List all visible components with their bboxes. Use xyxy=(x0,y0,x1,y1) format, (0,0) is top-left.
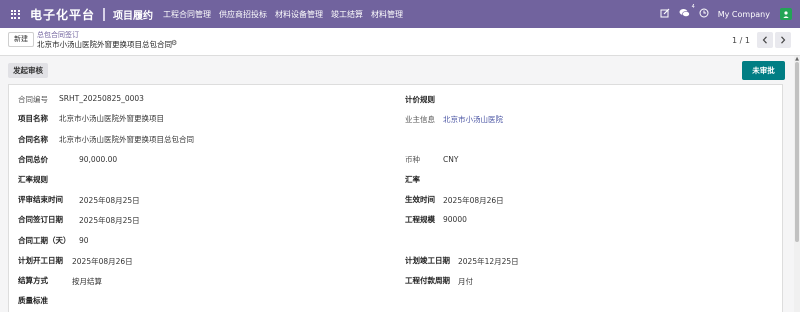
menu-material-equipment[interactable]: 材料设备管理 xyxy=(275,9,323,20)
currency-value[interactable]: CNY xyxy=(443,155,458,164)
menu-supplier-bidding[interactable]: 供应商招投标 xyxy=(219,9,267,20)
exchange-rate-label: 汇率 xyxy=(405,175,420,184)
contract-name-value[interactable]: 北京市小汤山医院外窗更换项目总包合同 xyxy=(59,134,194,145)
pager-previous-button[interactable] xyxy=(757,32,773,48)
payment-cycle-value[interactable]: 月付 xyxy=(458,276,473,287)
exchange-rule-label: 汇率规则 xyxy=(18,175,48,184)
duration-label: 合同工期（天） xyxy=(18,236,71,245)
messages-count-badge: 4 xyxy=(691,3,695,10)
current-app-name[interactable]: 项目履约 xyxy=(113,7,153,22)
duration-value[interactable]: 90 xyxy=(79,236,89,245)
menu-material-management[interactable]: 材料管理 xyxy=(371,9,403,20)
plan-start-value[interactable]: 2025年08月26日 xyxy=(72,256,133,267)
company-switcher[interactable]: My Company xyxy=(718,10,770,19)
brand-logo[interactable]: 电子化平台 xyxy=(30,6,95,23)
contract-no-value[interactable]: SRHT_20250825_0003 xyxy=(59,94,144,103)
quality-label: 质量标准 xyxy=(18,296,48,305)
navbar-systray: 4 My Company xyxy=(660,0,800,28)
chevron-right-icon xyxy=(781,36,786,44)
total-price-value[interactable]: 90,000.00 xyxy=(79,155,117,164)
project-name-label: 项目名称 xyxy=(18,114,48,123)
approval-stage-button[interactable]: 未审批 xyxy=(742,61,785,80)
menu-final-settlement[interactable]: 竣工结算 xyxy=(331,9,363,20)
plan-end-value[interactable]: 2025年12月25日 xyxy=(458,256,519,267)
plan-start-label: 计划开工日期 xyxy=(18,256,63,265)
submit-review-button[interactable]: 发起审核 xyxy=(8,63,48,78)
settlement-label: 结算方式 xyxy=(18,276,48,285)
contract-name-label: 合同名称 xyxy=(18,135,48,144)
app-menu-icon[interactable] xyxy=(4,0,26,28)
messages-icon[interactable]: 4 xyxy=(679,4,695,21)
review-end-value[interactable]: 2025年08月25日 xyxy=(79,195,140,206)
pricing-rule-label: 计价规则 xyxy=(405,95,435,104)
sign-date-value[interactable]: 2025年08月25日 xyxy=(79,215,140,226)
plan-end-label: 计划竣工日期 xyxy=(405,256,450,265)
activity-clock-icon[interactable] xyxy=(699,8,709,21)
pager-next-button[interactable] xyxy=(775,32,791,48)
status-bar: 发起审核 未审批 xyxy=(0,56,800,84)
pager-value[interactable]: 1 / 1 xyxy=(732,36,750,45)
scale-value[interactable]: 90000 xyxy=(443,215,467,224)
effective-label: 生效时间 xyxy=(405,195,435,204)
scale-label: 工程规模 xyxy=(405,215,435,224)
scrollbar-thumb[interactable] xyxy=(795,62,799,242)
currency-label: 币种 xyxy=(405,155,420,164)
total-price-label: 合同总价 xyxy=(18,155,48,164)
effective-value[interactable]: 2025年08月26日 xyxy=(443,195,504,206)
owner-label: 业主信息 xyxy=(405,115,435,124)
form-sheet: 合同编号 SRHT_20250825_0003 计价规则 项目名称 北京市小汤山… xyxy=(8,84,783,312)
project-name-value[interactable]: 北京市小汤山医院外窗更换项目 xyxy=(59,113,164,124)
edit-icon[interactable] xyxy=(660,8,670,21)
contract-no-label: 合同编号 xyxy=(18,95,48,104)
new-button[interactable]: 新建 xyxy=(8,32,34,47)
menu-contract-management[interactable]: 工程合同管理 xyxy=(163,9,211,20)
control-panel: 新建 总包合同签订 北京市小汤山医院外窗更换项目总包合同 ⚙ 1 / 1 xyxy=(0,28,800,56)
chevron-left-icon xyxy=(762,36,767,44)
owner-link[interactable]: 北京市小汤山医院 xyxy=(443,114,503,125)
breadcrumb-current: 北京市小汤山医院外窗更换项目总包合同 xyxy=(37,40,172,49)
settlement-value[interactable]: 按月结算 xyxy=(72,276,102,287)
brand-divider xyxy=(103,7,106,21)
review-end-label: 评审结束时间 xyxy=(18,195,63,204)
sign-date-label: 合同签订日期 xyxy=(18,215,63,224)
user-avatar[interactable] xyxy=(780,8,792,20)
top-navbar: 电子化平台 项目履约 工程合同管理 供应商招投标 材料设备管理 竣工结算 材料管… xyxy=(0,0,800,28)
payment-cycle-label: 工程付款周期 xyxy=(405,276,450,285)
gear-icon[interactable]: ⚙ xyxy=(171,39,177,47)
